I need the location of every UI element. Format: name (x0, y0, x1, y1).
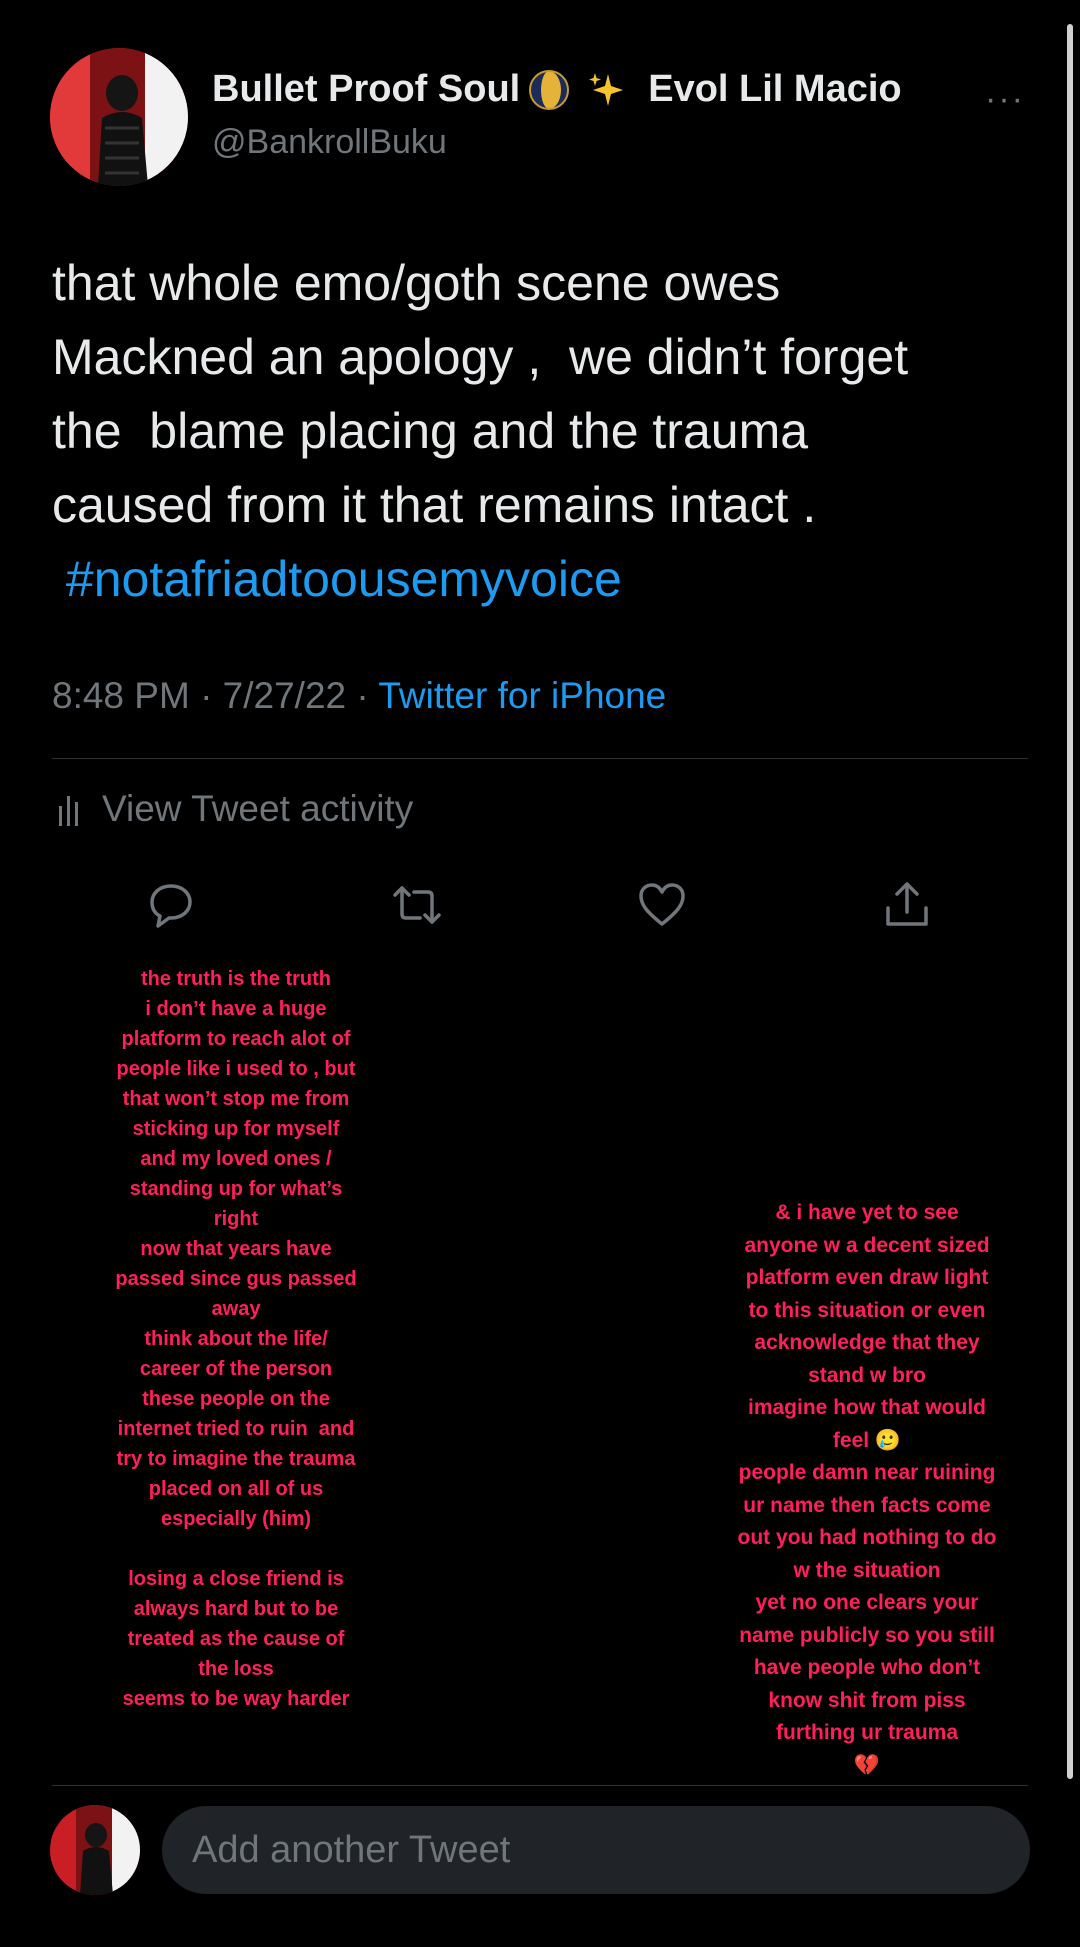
user-handle[interactable]: @BankrollBuku (212, 123, 447, 162)
overlay-line: losing a close friend is (128, 1568, 344, 1590)
sparkles-icon (586, 70, 626, 110)
more-options-icon[interactable]: ··· (985, 80, 1025, 119)
overlay-line: ur name then facts come (743, 1493, 991, 1517)
overlay-line: & i have yet to see (775, 1201, 959, 1224)
divider (52, 758, 1028, 759)
overlay-line: that won’t stop me from (122, 1088, 350, 1110)
broken-heart-icon: 💔 (853, 1753, 881, 1777)
overlay-line: try to imagine the trauma (116, 1448, 356, 1470)
overlay-line: especially (him) (160, 1508, 312, 1530)
overlay-line: career of the person (139, 1358, 333, 1380)
tweet-text-line: the blame placing and the trauma (52, 403, 809, 459)
reply-icon[interactable] (146, 880, 196, 930)
overlay-line: now that years have (140, 1238, 332, 1260)
scrollbar[interactable] (1067, 24, 1073, 1779)
overlay-line: internet tried to ruin and (117, 1418, 355, 1440)
overlay-line: passed since gus passed (115, 1268, 357, 1290)
display-name[interactable]: Bullet Proof Soul Evol Lil Macio (212, 68, 902, 111)
overlay-line: yet no one clears your (755, 1591, 979, 1614)
overlay-line: name publicly so you still (739, 1623, 995, 1647)
overlay-text-right: & i have yet to see anyone w a decent si… (713, 1197, 1021, 1782)
overlay-line: think about the life/ (144, 1328, 328, 1350)
like-icon[interactable] (637, 880, 687, 930)
display-name-part1: Bullet Proof Soul (212, 68, 521, 110)
overlay-line: seems to be way harder (122, 1688, 350, 1710)
overlay-text-left: the truth is the truth i don’t have a hu… (90, 964, 382, 1714)
view-tweet-activity[interactable]: View Tweet activity (58, 788, 413, 830)
hashtag-link[interactable]: #notafriadtoousemyvoice (52, 542, 1042, 616)
overlay-line: feel 🥲 (832, 1428, 902, 1452)
retweet-icon[interactable] (392, 880, 442, 930)
avatar-image (50, 1805, 140, 1895)
tweet-text-line: caused from it that remains intact . (52, 477, 817, 533)
overlay-line: people damn near ruining (738, 1461, 996, 1484)
view-tweet-activity-label: View Tweet activity (102, 788, 414, 829)
tweet-source-link[interactable]: Twitter for iPhone (378, 675, 666, 716)
tweet-text: that whole emo/goth scene owes Mackned a… (52, 246, 1042, 616)
overlay-line: always hard but to be (133, 1598, 339, 1620)
tweet-timestamp[interactable]: 8:48 PM · 7/27/22 · (52, 675, 378, 716)
add-tweet-input[interactable] (162, 1806, 1030, 1894)
overlay-line: these people on the (142, 1388, 330, 1410)
reply-avatar (50, 1805, 140, 1895)
overlay-line: placed on all of us (148, 1478, 324, 1500)
overlay-line: platform even draw light (745, 1266, 989, 1289)
overlay-line: sticking up for myself (132, 1118, 340, 1140)
overlay-line: know shit from piss (768, 1688, 966, 1712)
overlay-line: w the situation (793, 1558, 941, 1582)
avatar-image (50, 48, 188, 186)
overlay-line: stand w bro (808, 1363, 926, 1387)
display-name-part2: Evol Lil Macio (648, 68, 902, 110)
overlay-line (90, 1534, 382, 1564)
tweet-meta: 8:48 PM · 7/27/22 · Twitter for iPhone (52, 675, 666, 717)
share-icon[interactable] (882, 880, 932, 930)
overlay-line: imagine how that would (748, 1396, 986, 1419)
overlay-line: anyone w a decent sized (744, 1233, 990, 1257)
moon-icon (528, 69, 570, 111)
overlay-line: the loss (198, 1658, 274, 1680)
overlay-line: i don’t have a huge (145, 998, 327, 1020)
tweet-text-line: that whole emo/goth scene owes (52, 255, 781, 311)
profile-avatar[interactable] (50, 48, 188, 186)
overlay-line: to this situation or even (748, 1298, 986, 1322)
divider (52, 1785, 1028, 1786)
overlay-line: have people who don’t (753, 1656, 981, 1679)
overlay-line: furthing ur trauma (776, 1721, 958, 1744)
overlay-line: standing up for what’s (129, 1178, 343, 1200)
overlay-line: treated as the cause of (127, 1628, 345, 1650)
analytics-icon (59, 796, 78, 826)
overlay-line: away (211, 1298, 261, 1320)
overlay-line: the truth is the truth (141, 968, 331, 990)
overlay-line: right (213, 1208, 259, 1230)
overlay-line: platform to reach alot of (121, 1028, 351, 1050)
overlay-line: acknowledge that they (754, 1331, 980, 1354)
overlay-line: and my loved ones / (140, 1148, 332, 1170)
tweet-text-line: Mackned an apology , we didn’t forget (52, 329, 909, 385)
overlay-line: out you had nothing to do (737, 1526, 997, 1549)
overlay-line: people like i used to , but (116, 1058, 356, 1080)
